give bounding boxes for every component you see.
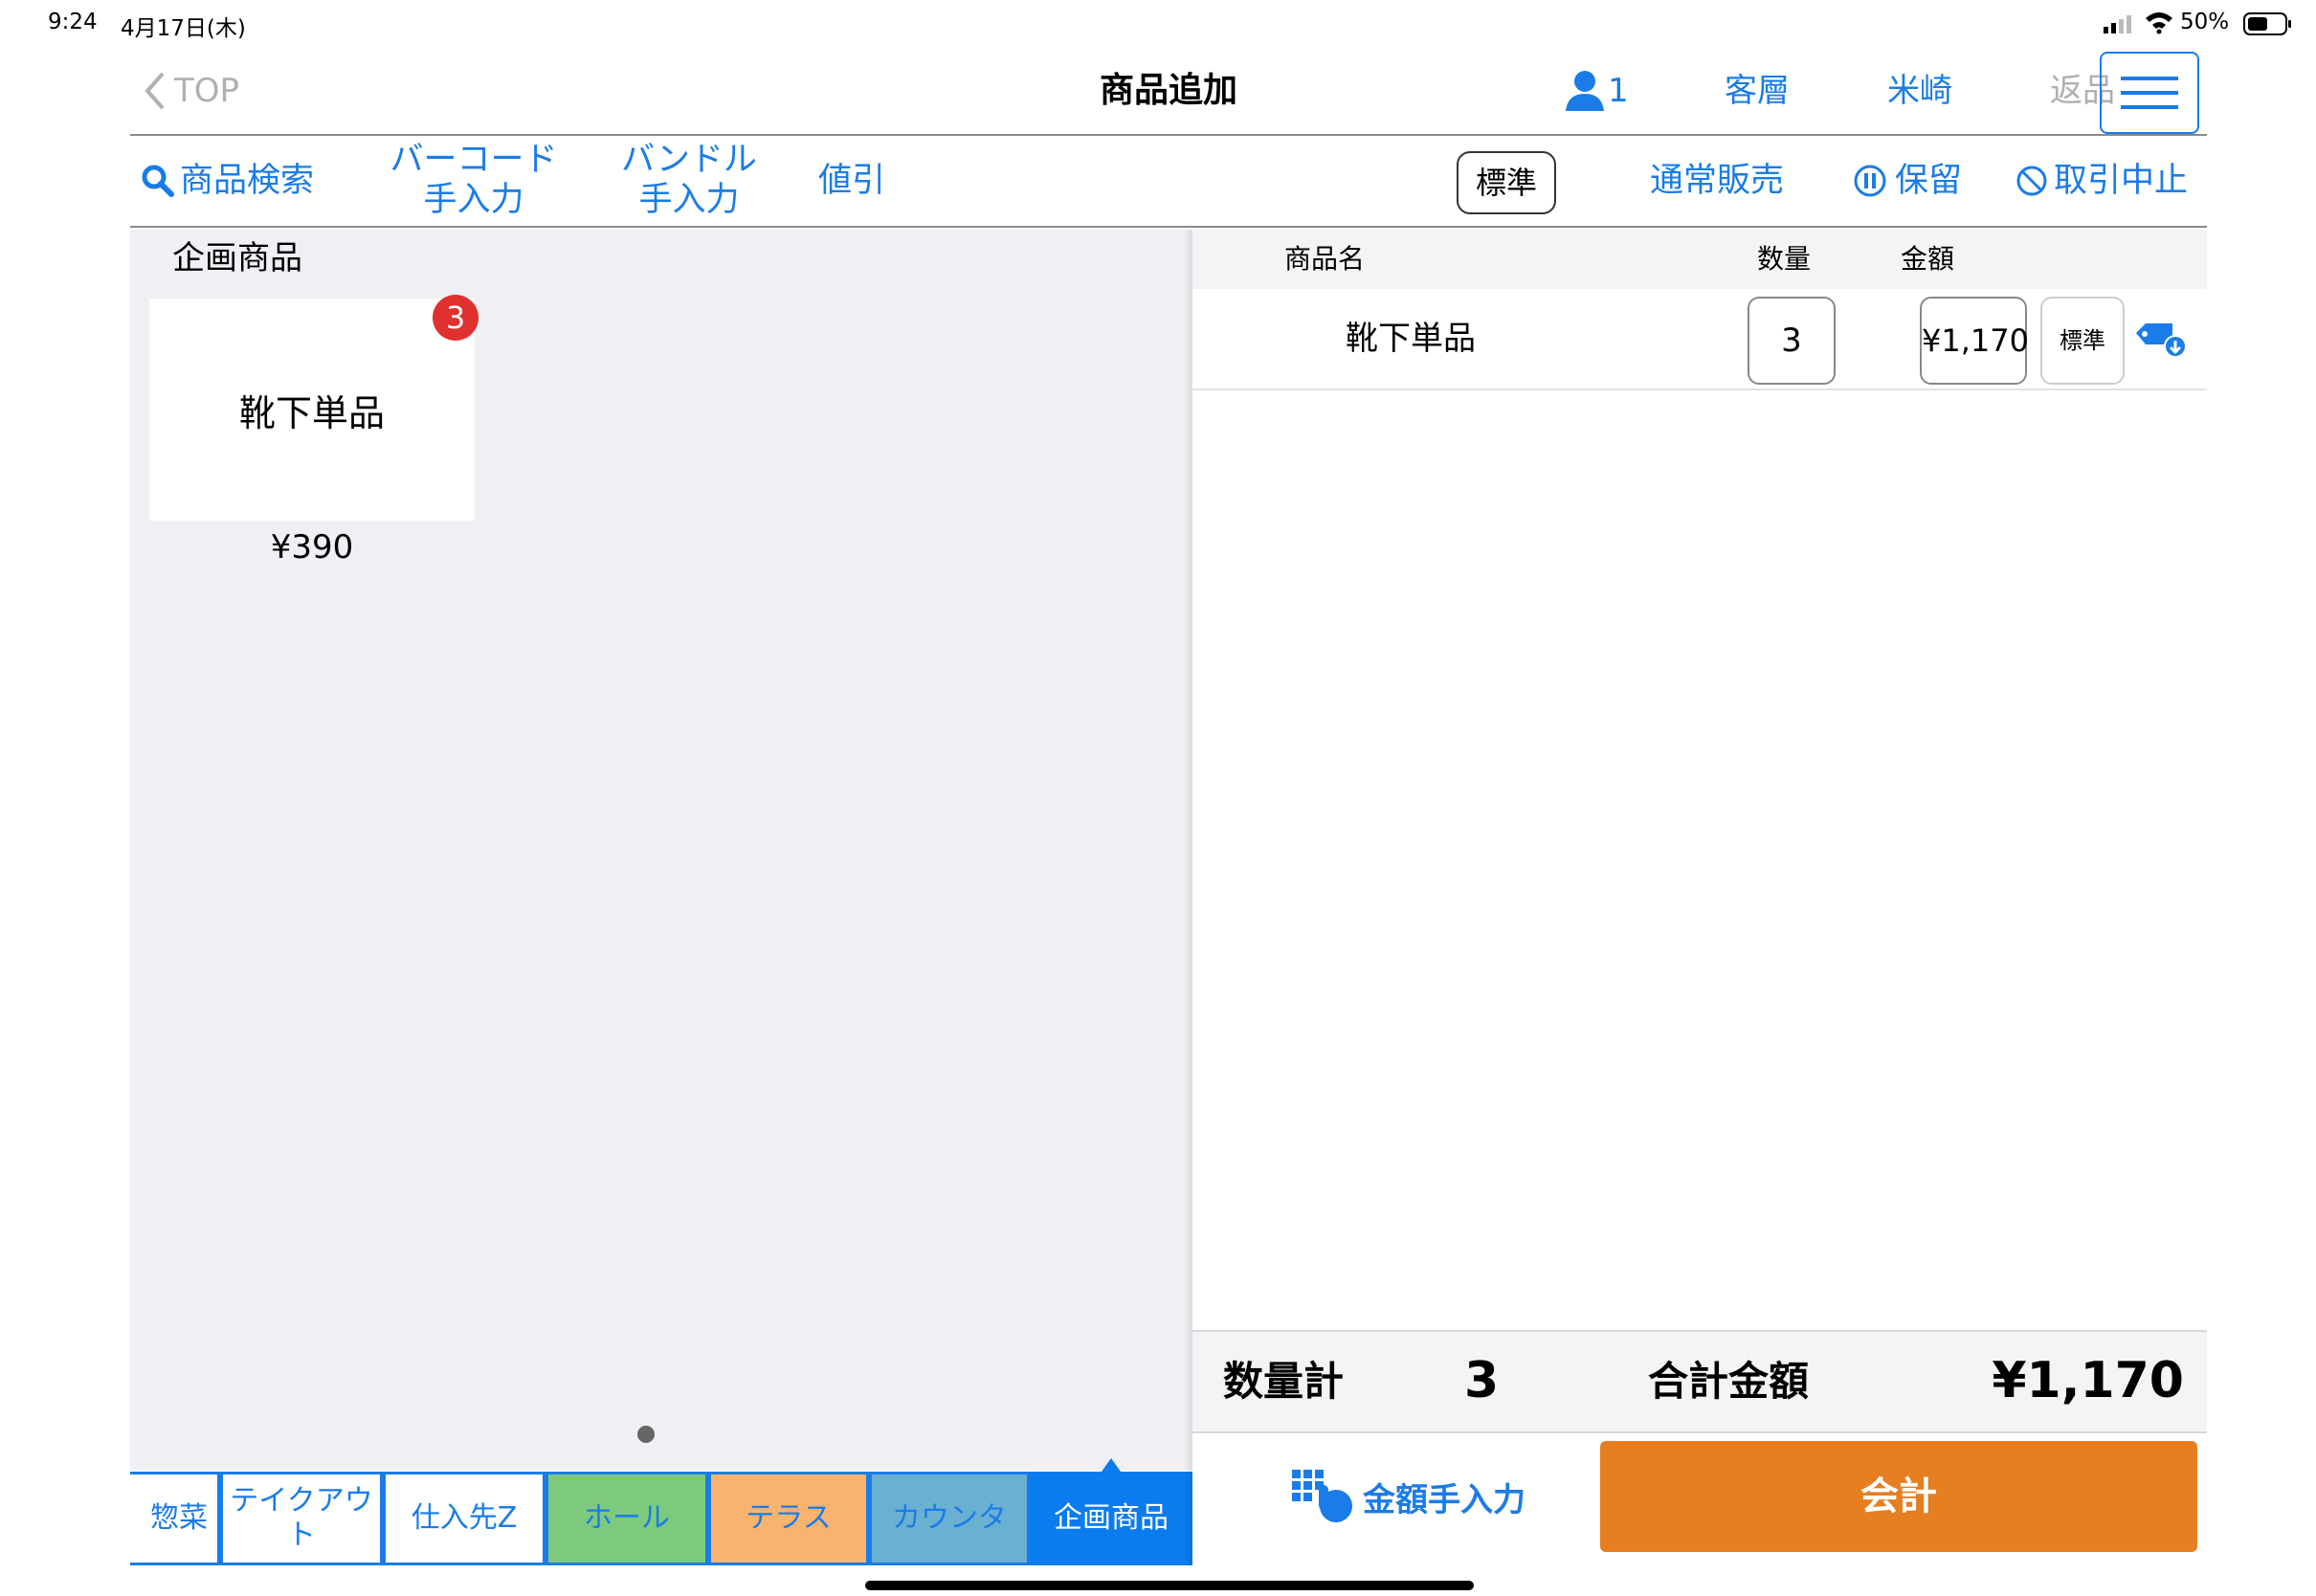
home-indicator[interactable] (865, 1581, 1474, 1590)
toolbar: 商品検索 バーコード 手入力 バンドル 手入力 値引 標準 通常販売 保留 取引… (130, 136, 2207, 228)
product-price: ¥390 (270, 528, 354, 566)
cart-price-mode-button[interactable]: 標準 (2040, 297, 2125, 385)
battery-icon (2243, 11, 2293, 36)
total-amount-value: ¥1,170 (1992, 1352, 2184, 1409)
category-tab-6[interactable]: カウンタ (869, 1472, 1030, 1565)
action-bar: 金額手入力 会計 (1192, 1435, 2207, 1565)
hamburger-icon (2121, 75, 2178, 111)
category-tab-3[interactable]: 仕入先Z (383, 1472, 546, 1565)
category-tab-5[interactable]: テラス (708, 1472, 869, 1565)
product-grid-pane: 企画商品 靴下単品 3 ¥390 (130, 230, 1192, 1470)
selected-tab-indicator (1102, 1458, 1121, 1472)
hold-label: 保留 (1895, 162, 1963, 200)
header-name: 商品名 (1284, 243, 1366, 275)
header-amount: 金額 (1901, 243, 1955, 275)
qty-total-label: 数量計 (1223, 1358, 1345, 1405)
category-tab-7-selected[interactable]: 企画商品 (1030, 1472, 1192, 1565)
menu-button[interactable] (2100, 52, 2199, 134)
prohibited-icon (2015, 165, 2048, 197)
hold-button[interactable]: 保留 (1853, 161, 1962, 201)
customer-count: 1 (1608, 72, 1629, 110)
category-tab-label: 仕入先Z (411, 1501, 518, 1535)
barcode-label-line2: 手入力 (423, 181, 524, 219)
barcode-input-button[interactable]: バーコード 手入力 (364, 140, 584, 220)
manual-amount-button[interactable]: 金額手入力 (1290, 1466, 1525, 1527)
section-title: 企画商品 (172, 239, 302, 277)
cart-row[interactable]: 靴下単品 3 ¥1,170 標準 (1192, 289, 2207, 390)
status-date: 4月17日(木) (121, 16, 246, 41)
cart-qty-field[interactable]: 3 (1748, 297, 1836, 385)
cart-amount-field[interactable]: ¥1,170 (1920, 297, 2029, 385)
cart-header: 商品名 数量 金額 (1192, 230, 2207, 289)
category-tab-2[interactable]: テイクアウト (220, 1472, 383, 1565)
qty-total-value: 3 (1464, 1352, 1500, 1409)
product-tile[interactable]: 靴下単品 3 (149, 295, 479, 521)
category-tab-label: 惣菜 (150, 1501, 208, 1535)
cancel-transaction-button[interactable]: 取引中止 (2015, 161, 2188, 201)
pause-icon (1853, 164, 1887, 198)
category-tab-label: カウンタ (892, 1501, 1007, 1535)
barcode-label-line1: バーコード (390, 141, 558, 179)
category-tab-label: ホール (584, 1501, 670, 1535)
checkout-button[interactable]: 会計 (1600, 1441, 2197, 1552)
bundle-input-button[interactable]: バンドル 手入力 (593, 140, 785, 220)
customer-count-button[interactable]: 1 (1564, 67, 1629, 115)
manual-amount-label: 金額手入力 (1363, 1480, 1525, 1519)
bundle-label-line2: 手入力 (638, 181, 740, 219)
category-tab-label: テラス (746, 1501, 832, 1535)
discount-button[interactable]: 値引 (794, 161, 909, 201)
product-search-label: 商品検索 (180, 162, 315, 200)
wifi-icon (2144, 10, 2174, 34)
battery-percent: 50% (2180, 10, 2230, 34)
header-qty: 数量 (1757, 243, 1812, 275)
status-bar: 9:24 4月17日(木) 50% (0, 0, 2316, 48)
page-indicator-dot[interactable] (637, 1426, 655, 1443)
category-tab-label: テイクアウト (230, 1484, 373, 1552)
staff-button[interactable]: 米崎 (1843, 67, 1996, 115)
total-amount-label: 合計金額 (1648, 1358, 1810, 1405)
person-icon (1564, 69, 1606, 113)
cancel-label: 取引中止 (2054, 162, 2189, 200)
customer-type-button[interactable]: 客層 (1681, 67, 1834, 115)
quantity-badge: 3 (433, 295, 479, 341)
sale-type-button[interactable]: 通常販売 (1631, 161, 1803, 201)
status-time: 9:24 (48, 10, 98, 34)
nav-bar: TOP 商品追加 1 客層 米崎 返品 (130, 48, 2207, 136)
category-tab-1[interactable]: 惣菜 (130, 1472, 220, 1565)
bundle-label-line1: バンドル (621, 141, 757, 179)
cart-item-name: 靴下単品 (1346, 320, 1476, 358)
category-tab-4[interactable]: ホール (546, 1472, 708, 1565)
keypad-tap-icon (1290, 1468, 1357, 1525)
category-tab-label: 企画商品 (1054, 1501, 1169, 1535)
signal-icon (2102, 13, 2136, 34)
product-search-button[interactable]: 商品検索 (142, 161, 314, 201)
product-name: 靴下単品 (238, 391, 385, 434)
cart-pane: 商品名 数量 金額 靴下単品 3 ¥1,170 標準 数量計 3 合計金額 ¥1… (1192, 230, 2207, 1565)
cart-summary: 数量計 3 合計金額 ¥1,170 (1192, 1330, 2207, 1433)
tag-download-icon[interactable] (2134, 320, 2192, 360)
search-icon (142, 165, 174, 197)
price-mode-button[interactable]: 標準 (1457, 151, 1556, 214)
